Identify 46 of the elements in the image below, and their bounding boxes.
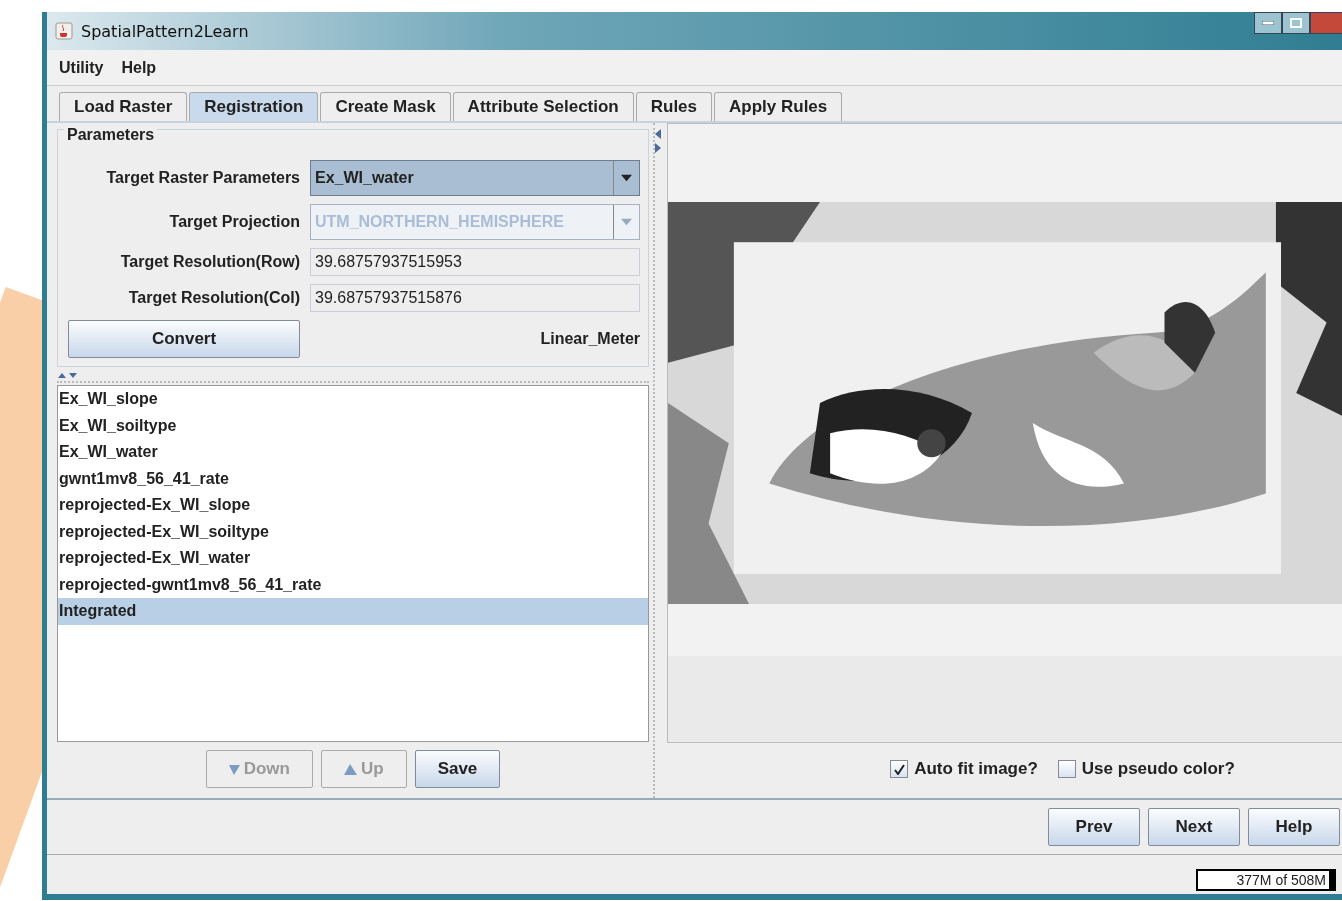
list-item[interactable]: Integrated [58,598,648,625]
memory-indicator: 377M of 508M [1196,869,1336,891]
minimize-icon [1262,21,1274,25]
checkbox-option[interactable]: Auto fit image? [890,759,1038,779]
list-item[interactable]: Ex_WI_water [58,439,648,466]
list-item[interactable]: Ex_WI_slope [58,386,648,413]
minimize-button[interactable] [1254,12,1282,34]
check-icon [893,763,905,775]
dropdown[interactable]: Ex_WI_water [310,160,640,196]
nav-button[interactable]: Prev [1048,808,1140,846]
list-item[interactable]: reprojected-Ex_WI_water [58,545,648,572]
field-label: Target Resolution(Col) [127,289,300,307]
nav-button[interactable]: Help [1248,808,1340,846]
split-arrows-icon[interactable] [655,129,661,155]
window-title: SpatialPattern2Learn [81,21,249,41]
tab[interactable]: Load Raster [59,92,188,121]
tab[interactable]: Attribute Selection [452,92,634,121]
list-item[interactable]: Ex_WI_soiltype [58,412,648,439]
tab[interactable]: Apply Rules [714,92,843,121]
checkbox[interactable] [890,760,909,778]
unit-label: Linear_Meter [539,330,640,348]
field-label: Target Raster Parameters [105,169,300,187]
input-field[interactable]: 39.68757937515953 [310,248,640,276]
tab[interactable]: Rules [635,92,713,121]
cup-icon [55,22,73,40]
down-triangle-icon [228,763,240,775]
input-field[interactable]: 39.68757937515876 [310,284,640,312]
collapse-arrows-icon[interactable] [57,372,79,378]
list-item[interactable]: reprojected-Ex_WI_soiltype [58,518,648,545]
field-label: Target Projection [168,213,300,231]
list-item[interactable]: reprojected-Ex_WI_slope [58,492,648,519]
tab[interactable]: Create Mask [320,92,451,121]
tab[interactable]: Registration [189,92,319,121]
up-triangle-icon [343,763,357,775]
field-label: Target Resolution(Row) [119,253,300,271]
list-button[interactable]: Save [414,750,501,788]
maximize-button[interactable] [1282,12,1310,34]
checkbox[interactable] [1057,760,1076,778]
checkbox-option[interactable]: Use pseudo color? [1057,759,1235,779]
menu-item[interactable]: Help [121,58,157,77]
nav-button[interactable]: Next [1148,808,1240,846]
convert-button[interactable]: Convert [68,320,300,358]
list-item[interactable]: gwnt1mv8_56_41_rate [58,465,648,492]
menu-item[interactable]: Utility [59,58,104,77]
list-item[interactable]: reprojected-gwnt1mv8_56_41_rate [58,571,648,598]
maximize-icon [1290,18,1302,28]
